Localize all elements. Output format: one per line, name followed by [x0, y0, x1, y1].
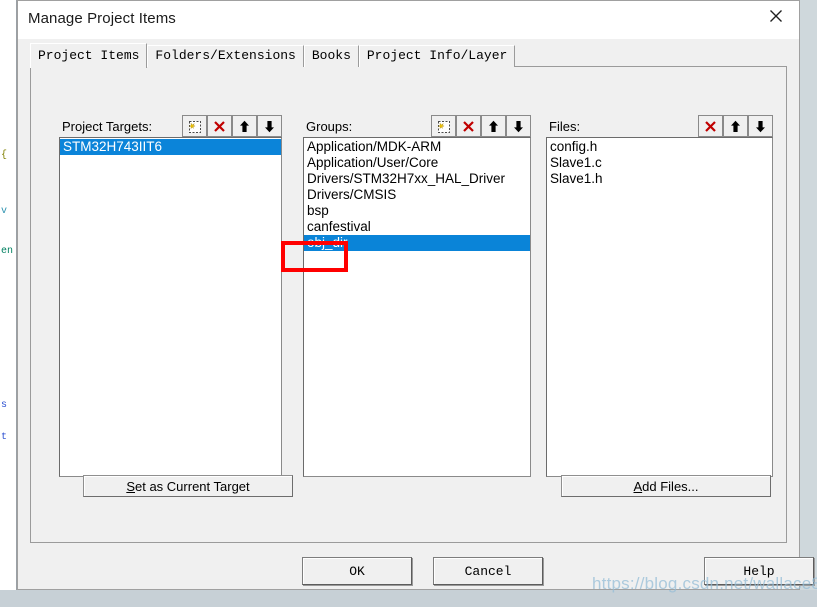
project-targets-column: Project Targets: STM32H743IIT6: [59, 115, 282, 477]
move-down-icon[interactable]: [506, 115, 531, 137]
project-targets-toolbar: [182, 115, 282, 137]
list-item[interactable]: bsp: [304, 203, 530, 219]
new-item-icon[interactable]: [431, 115, 456, 137]
bg-fragment: s: [1, 400, 8, 411]
set-target-accel: S: [126, 478, 135, 494]
tab-folders-extensions[interactable]: Folders/Extensions: [147, 45, 304, 67]
tab-project-info-layer[interactable]: Project Info/Layer: [358, 45, 516, 67]
bg-fragment: en: [1, 246, 14, 257]
add-files-button[interactable]: Add Files...: [561, 475, 771, 497]
delete-icon[interactable]: [207, 115, 232, 137]
list-item[interactable]: Drivers/STM32H7xx_HAL_Driver: [304, 171, 530, 187]
tab-strip: Project Items Folders/Extensions Books P…: [30, 43, 516, 68]
dialog-title: Manage Project Items: [28, 10, 176, 27]
add-files-label: dd Files...: [642, 478, 699, 494]
list-item[interactable]: Application/MDK-ARM: [304, 139, 530, 155]
tab-project-items[interactable]: Project Items: [30, 43, 148, 68]
project-targets-listbox[interactable]: STM32H743IIT6: [59, 137, 282, 477]
list-item[interactable]: Drivers/CMSIS: [304, 187, 530, 203]
list-item[interactable]: Slave1.c: [547, 155, 772, 171]
delete-icon[interactable]: [698, 115, 723, 137]
bg-fragment: v: [1, 206, 8, 217]
project-targets-header: Project Targets:: [59, 115, 282, 137]
groups-label: Groups:: [306, 118, 353, 134]
groups-listbox[interactable]: Application/MDK-ARM Application/User/Cor…: [303, 137, 531, 477]
files-listbox[interactable]: config.h Slave1.c Slave1.h: [546, 137, 773, 477]
help-button[interactable]: Help: [704, 557, 814, 585]
close-icon[interactable]: [753, 1, 799, 31]
files-label: Files:: [549, 118, 581, 134]
bg-fragment: t: [1, 432, 8, 443]
new-item-icon[interactable]: [182, 115, 207, 137]
list-item[interactable]: obj_dir: [304, 235, 530, 251]
set-target-label: et as Current Target: [135, 478, 250, 494]
move-up-icon[interactable]: [232, 115, 257, 137]
files-header: Files:: [546, 115, 773, 137]
manage-project-items-dialog: Manage Project Items Project Items Folde…: [17, 0, 814, 590]
move-up-icon[interactable]: [481, 115, 506, 137]
list-item[interactable]: config.h: [547, 139, 772, 155]
desktop-background-strip: [0, 590, 817, 607]
groups-header: Groups:: [303, 115, 531, 137]
move-down-icon[interactable]: [257, 115, 282, 137]
dialog-titlebar: Manage Project Items: [18, 1, 799, 39]
files-column: Files: config.h Slave1.c Slave1.h: [546, 115, 773, 477]
files-toolbar: [698, 115, 773, 137]
list-item[interactable]: Slave1.h: [547, 171, 772, 187]
delete-icon[interactable]: [456, 115, 481, 137]
move-down-icon[interactable]: [748, 115, 773, 137]
move-up-icon[interactable]: [723, 115, 748, 137]
groups-column: Groups: Application/MDK-ARM Application/…: [303, 115, 531, 477]
project-targets-label: Project Targets:: [62, 118, 153, 134]
tab-books[interactable]: Books: [303, 45, 359, 67]
list-item[interactable]: Application/User/Core: [304, 155, 530, 171]
list-item[interactable]: canfestival: [304, 219, 530, 235]
groups-toolbar: [431, 115, 531, 137]
ok-button[interactable]: OK: [302, 557, 412, 585]
cancel-button[interactable]: Cancel: [433, 557, 543, 585]
bg-fragment: {: [1, 150, 8, 161]
set-as-current-target-button[interactable]: Set as Current Target: [83, 475, 293, 497]
list-item[interactable]: STM32H743IIT6: [60, 139, 281, 155]
project-items-panel: Project Targets: STM32H743IIT6 Groups: A…: [30, 66, 787, 543]
add-files-accel: A: [633, 478, 643, 494]
